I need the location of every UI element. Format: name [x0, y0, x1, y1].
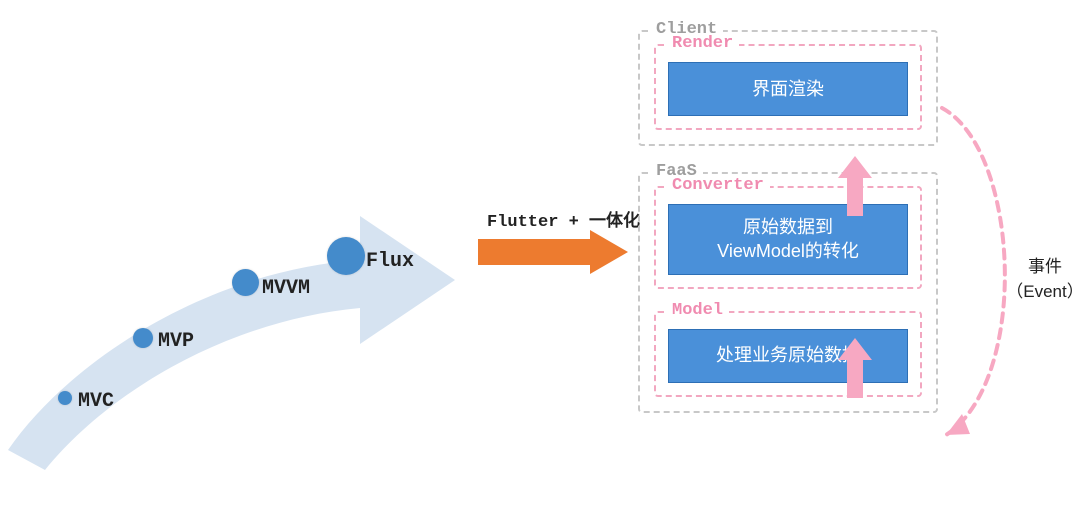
- evolution-swoosh: [0, 120, 480, 480]
- converter-box: 原始数据到ViewModel的转化: [668, 204, 908, 275]
- right-panel: Client Render 界面渲染 FaaS Converter 原始数据到V…: [638, 30, 938, 413]
- converter-group: Converter 原始数据到ViewModel的转化: [654, 186, 922, 289]
- orange-arrow-icon: [478, 230, 628, 274]
- faas-group: FaaS Converter 原始数据到ViewModel的转化 Model 处…: [638, 172, 938, 413]
- model-box: 处理业务原始数据: [668, 329, 908, 383]
- pink-arrow-converter-to-render-icon: [838, 156, 872, 216]
- model-group-title: Model: [666, 301, 729, 320]
- evolution-label-mvp: MVP: [158, 330, 194, 353]
- evolution-dot-mvc: [58, 391, 72, 405]
- pink-arrow-model-to-converter-icon: [838, 338, 872, 398]
- model-group: Model 处理业务原始数据: [654, 311, 922, 397]
- evolution-dot-mvp: [133, 328, 153, 348]
- render-group: Render 界面渲染: [654, 44, 922, 130]
- evolution-label-mvvm: MVVM: [262, 277, 310, 300]
- converter-group-title: Converter: [666, 176, 770, 195]
- evolution-label-mvc: MVC: [78, 390, 114, 413]
- client-group: Client Render 界面渲染: [638, 30, 938, 146]
- event-label-line2: （Event）: [1006, 282, 1080, 301]
- evolution-dot-mvvm: [232, 269, 259, 296]
- event-label-line1: 事件: [1028, 257, 1062, 276]
- evolution-label-flux: Flux: [366, 250, 414, 273]
- render-box: 界面渲染: [668, 62, 908, 116]
- event-label: 事件 （Event）: [1000, 255, 1080, 304]
- evolution-dot-flux: [327, 237, 365, 275]
- flutter-integration-label: Flutter + 一体化: [487, 206, 640, 232]
- render-group-title: Render: [666, 34, 739, 53]
